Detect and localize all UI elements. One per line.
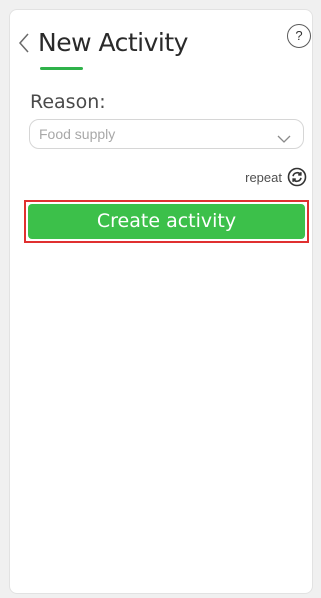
page-title: New Activity bbox=[38, 28, 188, 57]
repeat-label: repeat bbox=[245, 169, 282, 185]
refresh-icon bbox=[287, 167, 307, 187]
reason-select[interactable]: Food supply bbox=[29, 119, 304, 149]
repeat-toggle[interactable]: repeat bbox=[245, 166, 307, 188]
chevron-down-icon bbox=[277, 130, 291, 148]
back-button[interactable] bbox=[18, 32, 34, 60]
create-activity-button[interactable]: Create activity bbox=[28, 204, 305, 239]
chevron-left-icon bbox=[18, 33, 29, 53]
header: New Activity ? bbox=[18, 24, 311, 70]
reason-label: Reason: bbox=[30, 91, 106, 113]
title-underline bbox=[40, 67, 83, 70]
question-mark-icon: ? bbox=[295, 28, 303, 43]
help-button[interactable]: ? bbox=[287, 24, 311, 48]
reason-select-value: Food supply bbox=[39, 126, 116, 142]
